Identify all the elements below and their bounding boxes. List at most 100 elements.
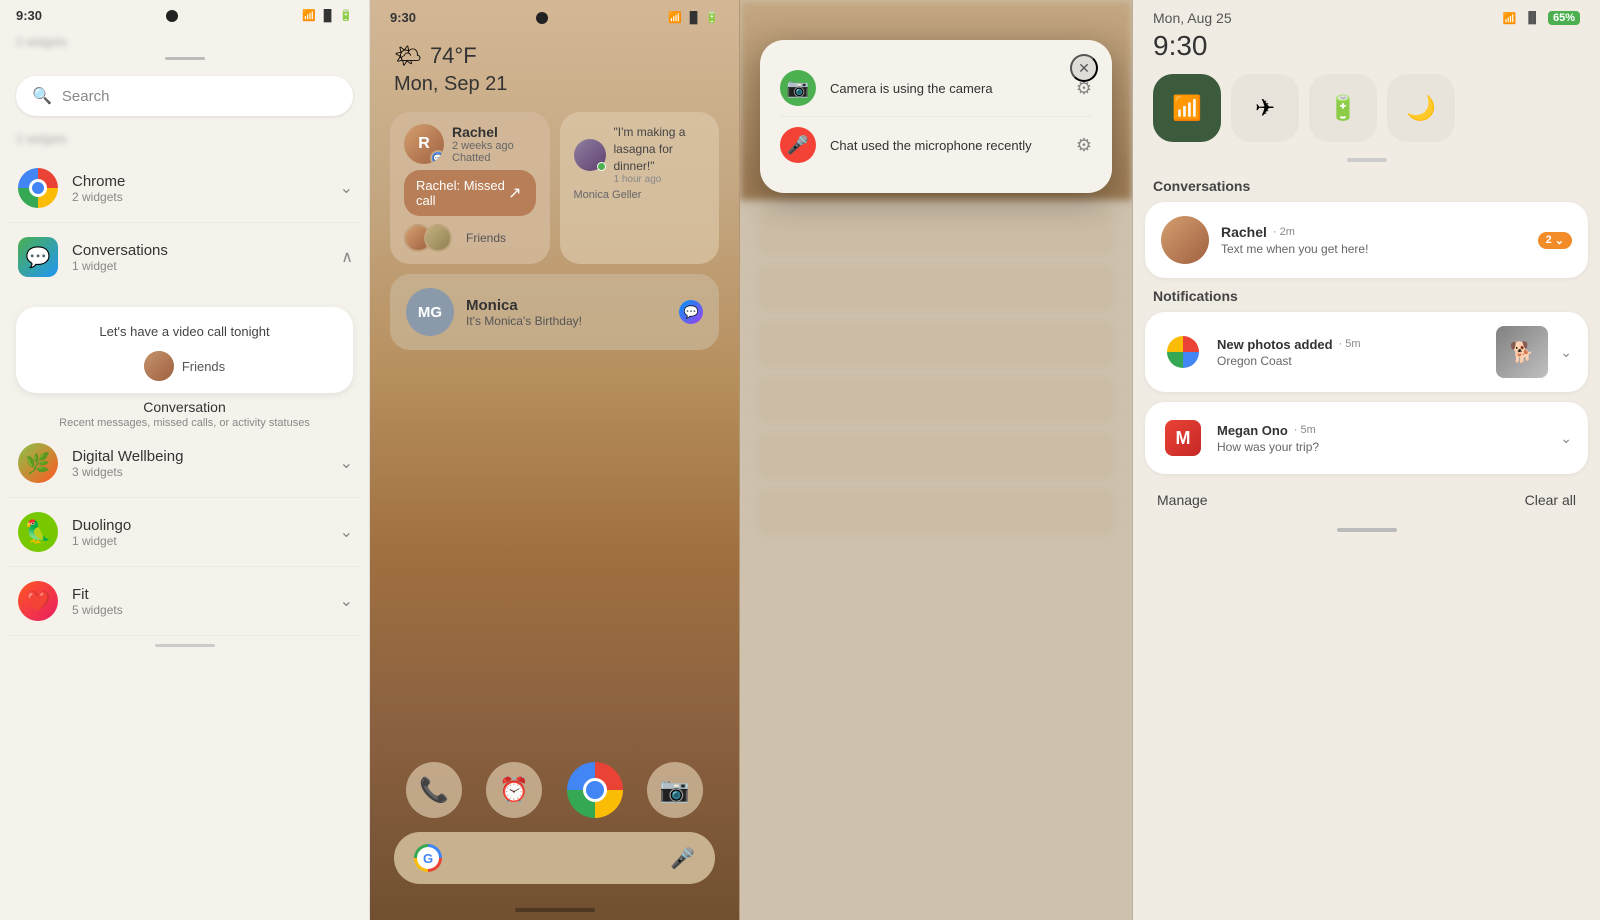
monica-info: Monica It's Monica's Birthday!: [466, 297, 667, 328]
home-widgets: R 💬 Rachel 2 weeks ago Chatted Rachel: M…: [370, 112, 739, 746]
duolingo-name: Duolingo: [72, 517, 340, 534]
monica-birthday-card[interactable]: MG Monica It's Monica's Birthday! 💬: [390, 274, 719, 350]
notif-footer: Manage Clear all: [1133, 484, 1600, 524]
rachel-status: Chatted: [452, 152, 536, 164]
rachel-notif-avatar: [1161, 216, 1209, 264]
duolingo-info: Duolingo 1 widget: [72, 517, 340, 548]
conv-widget-preview: Let's have a video call tonight Friends: [16, 307, 353, 393]
gmail-sender-name: Megan Ono: [1217, 423, 1288, 438]
home-widget-row-1: R 💬 Rachel 2 weeks ago Chatted Rachel: M…: [390, 112, 719, 264]
app-row-chrome[interactable]: Chrome 2 widgets ⌄: [8, 154, 361, 223]
mic-icon[interactable]: 🎤: [670, 846, 695, 871]
home-battery-icon: 🔋: [705, 11, 719, 24]
home-status-icons: 📶 ▐▌ 🔋: [668, 11, 719, 24]
qs-airplane-button[interactable]: ✈: [1231, 74, 1299, 142]
privacy-close-button[interactable]: ✕: [1070, 54, 1098, 82]
notifications-panel: Mon, Aug 25 📶 ▐▌ 65% 9:30 📶 ✈ 🔋 🌙 Conver…: [1133, 0, 1600, 920]
bottom-indicator-p4: [1337, 528, 1397, 532]
missed-call-badge[interactable]: Rachel: Missed call ↗: [404, 170, 536, 216]
notif-time: 9:30: [1133, 30, 1600, 74]
conversations-name: Conversations: [72, 242, 341, 259]
privacy-dialog: ✕ 📷 Camera is using the camera ⚙ 🎤 Chat …: [760, 40, 1112, 193]
google-g-circle: G: [414, 844, 442, 872]
mic-privacy-text: Chat used the microphone recently: [830, 138, 1062, 153]
digitalwellbeing-icon: 🌿: [16, 441, 60, 485]
app-row-digitalwellbeing[interactable]: 🌿 Digital Wellbeing 3 widgets ⌄: [8, 429, 361, 498]
conversations-app-icon: 💬: [16, 235, 60, 279]
mic-settings-icon[interactable]: ⚙: [1076, 135, 1092, 156]
home-status-bar: 9:30 📶 ▐▌ 🔋: [370, 0, 739, 35]
notif-card-gmail[interactable]: M Megan Ono · 5m How was your trip? ⌄: [1145, 402, 1588, 474]
camera-dot-p1: [166, 10, 178, 22]
status-time-p1: 9:30: [16, 8, 42, 23]
home-time: 9:30: [390, 10, 416, 25]
qs-battery-button[interactable]: 🔋: [1309, 74, 1377, 142]
missed-call-icon: ↗: [508, 183, 521, 203]
camera-dock-icon[interactable]: 📷: [647, 762, 703, 818]
rachel-card[interactable]: R 💬 Rachel 2 weeks ago Chatted Rachel: M…: [390, 112, 550, 264]
monica-geller-avatar: [574, 139, 606, 171]
friends-row: Friends: [404, 224, 536, 252]
rachel-name: Rachel: [452, 124, 536, 140]
app-row-fit[interactable]: ❤️ Fit 5 widgets ⌄: [8, 567, 361, 636]
privacy-dialog-panel: ✕ 📷 Camera is using the camera ⚙ 🎤 Chat …: [740, 0, 1133, 920]
mg-avatar: MG: [406, 288, 454, 336]
photos-expand-icon[interactable]: ⌄: [1560, 344, 1572, 361]
close-icon: ✕: [1078, 60, 1090, 77]
chrome-info: Chrome 2 widgets: [72, 173, 340, 204]
conversations-expanded: Let's have a video call tonight Friends …: [8, 291, 361, 429]
conversations-widgets: 1 widget: [72, 259, 341, 273]
clock-dock-icon[interactable]: ⏰: [486, 762, 542, 818]
quick-settings: 📶 ✈ 🔋 🌙: [1133, 74, 1600, 158]
clear-all-button[interactable]: Clear all: [1525, 492, 1576, 508]
dock-area: 📞 ⏰ 📷 G 🎤: [370, 746, 739, 900]
notif-date: Mon, Aug 25: [1153, 10, 1232, 26]
oregon-coast-thumbnail: 🐕: [1496, 326, 1548, 378]
lasagna-time: 1 hour ago: [614, 174, 706, 185]
lasagna-card[interactable]: "I'm making a lasagna for dinner!" 1 hou…: [560, 112, 720, 264]
lasagna-name: Monica Geller: [574, 189, 706, 201]
conversations-chevron[interactable]: ∧: [341, 247, 353, 267]
app-row-conversations[interactable]: 💬 Conversations 1 widget ∧: [8, 223, 361, 291]
search-bar[interactable]: 🔍 Search: [16, 76, 353, 116]
google-photos-icon: [1161, 330, 1205, 374]
qs-battery-icon: 🔋: [1328, 94, 1358, 123]
app-row-duolingo[interactable]: 🦜 Duolingo 1 widget ⌄: [8, 498, 361, 567]
qs-night-button[interactable]: 🌙: [1387, 74, 1455, 142]
phone-dock-icon[interactable]: 📞: [406, 762, 462, 818]
qs-wifi-button[interactable]: 📶: [1153, 74, 1221, 142]
widget-picker-panel: 9:30 📶 ▐▌ 🔋 2 widgets 🔍 Search 2 widgets: [0, 0, 370, 920]
lasagna-msg-container: "I'm making a lasagna for dinner!" 1 hou…: [614, 124, 706, 185]
qs-wifi-icon: 📶: [1172, 94, 1202, 123]
gmail-expand-icon[interactable]: ⌄: [1560, 430, 1572, 447]
camera-privacy-text: Camera is using the camera: [830, 81, 1062, 96]
chrome-app-icon: [16, 166, 60, 210]
conv-notif-time: · 2m: [1273, 226, 1295, 238]
notif-signal-icon: ▐▌: [1524, 12, 1540, 24]
lasagna-text: "I'm making a lasagna for dinner!": [614, 124, 706, 174]
chrome-widgets: 2 widgets: [72, 190, 340, 204]
manage-button[interactable]: Manage: [1157, 492, 1208, 508]
conv-widget-label: Conversation: [16, 399, 353, 415]
notif-card-photos[interactable]: New photos added · 5m Oregon Coast 🐕 ⌄: [1145, 312, 1588, 392]
duolingo-icon: 🦜: [16, 510, 60, 554]
blurred-2-widgets: 2 widgets: [0, 128, 369, 154]
conv-avatar: [144, 351, 174, 381]
conv-notif-info: Rachel · 2m Text me when you get here!: [1221, 224, 1526, 256]
duolingo-chevron[interactable]: ⌄: [340, 522, 353, 542]
fit-chevron[interactable]: ⌄: [340, 591, 353, 611]
privacy-mic-row: 🎤 Chat used the microphone recently ⚙: [780, 117, 1092, 173]
chrome-dock-icon[interactable]: [567, 762, 623, 818]
home-content: 9:30 📶 ▐▌ 🔋 🌤 74°F Mon, Sep 21 R: [370, 0, 739, 920]
conv-notif-card-rachel[interactable]: Rachel · 2m Text me when you get here! 2…: [1145, 202, 1588, 278]
home-signal-icon: ▐▌: [686, 12, 702, 24]
dw-chevron[interactable]: ⌄: [340, 453, 353, 473]
google-photos-pinwheel: [1167, 336, 1199, 368]
status-icons-p1: 📶 ▐▌ 🔋: [302, 9, 353, 22]
google-search-bar[interactable]: G 🎤: [394, 832, 715, 884]
chrome-chevron[interactable]: ⌄: [340, 178, 353, 198]
notif-pill: [1347, 158, 1387, 162]
monica-sub: It's Monica's Birthday!: [466, 314, 667, 328]
duolingo-widgets: 1 widget: [72, 534, 340, 548]
photos-app-name: New photos added: [1217, 337, 1333, 352]
